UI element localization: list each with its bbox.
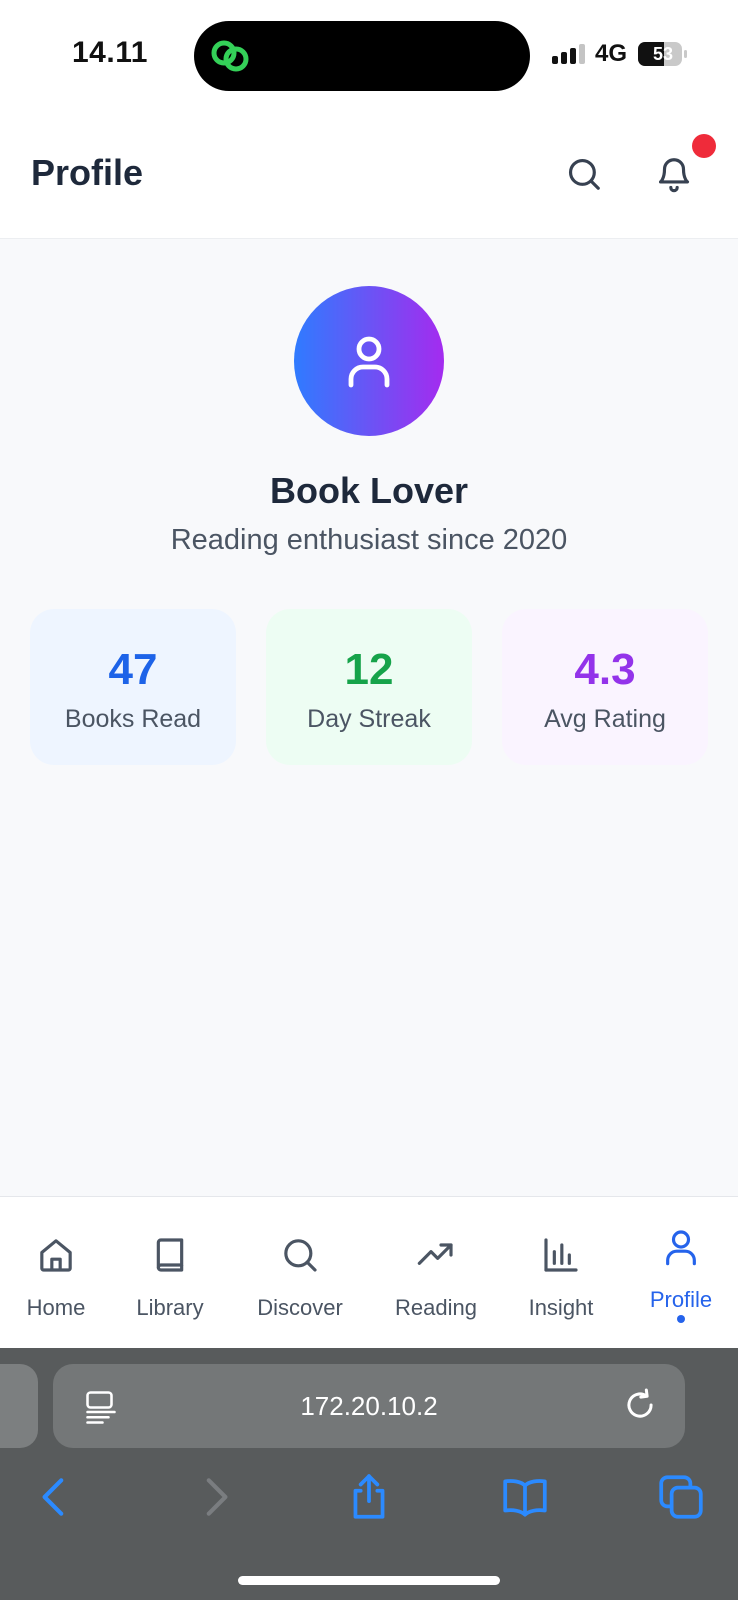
status-time: 14.11 (72, 36, 148, 69)
home-icon (40, 1239, 72, 1272)
forward-icon[interactable] (190, 1472, 240, 1522)
network-type: 4G (595, 40, 628, 67)
tab-label: Discover (257, 1295, 343, 1320)
browser-toolbar: 172.20.10.2 (0, 1348, 738, 1600)
tab-label: Home (26, 1295, 86, 1320)
tab-library[interactable]: Library (118, 1197, 222, 1349)
trending-up-icon (417, 1243, 453, 1265)
notifications-button[interactable] (650, 150, 698, 198)
bar-chart-icon (544, 1238, 578, 1272)
user-icon (348, 336, 390, 388)
tab-reading[interactable]: Reading (382, 1197, 490, 1349)
reload-icon[interactable] (621, 1386, 659, 1424)
user-icon (666, 1230, 696, 1266)
book-icon (156, 1238, 184, 1272)
stat-value: 12 (344, 645, 394, 694)
tab-profile[interactable]: Profile (632, 1197, 730, 1349)
url-text: 172.20.10.2 (300, 1391, 438, 1421)
stat-value: 4.3 (574, 645, 636, 694)
home-indicator (238, 1576, 500, 1585)
tab-label: Library (136, 1295, 204, 1320)
search-icon (284, 1239, 317, 1272)
profile-tagline: Reading enthusiast since 2020 (170, 524, 568, 556)
dynamic-island (194, 21, 530, 91)
active-tab-indicator (677, 1315, 685, 1323)
address-bar[interactable]: 172.20.10.2 (53, 1364, 685, 1448)
search-icon (568, 158, 600, 190)
stat-card-books-read: 47 Books Read (30, 609, 236, 765)
status-bar: 14.11 4G 53 (0, 0, 738, 110)
stat-value: 47 (108, 645, 158, 694)
tab-label: Insight (528, 1295, 594, 1320)
battery-icon: 53 (638, 42, 688, 66)
back-icon[interactable] (30, 1472, 80, 1522)
stat-label: Avg Rating (544, 705, 666, 733)
stat-card-day-streak: 12 Day Streak (266, 609, 472, 765)
previous-tab-preview[interactable] (0, 1364, 38, 1448)
notification-badge (692, 134, 716, 158)
tab-insight[interactable]: Insight (512, 1197, 610, 1349)
bell-icon (658, 158, 690, 193)
profile-name: Book Lover (269, 470, 469, 511)
tab-label: Reading (395, 1295, 477, 1320)
tabs-icon[interactable] (656, 1472, 706, 1522)
page-title: Profile (31, 152, 144, 193)
stat-label: Books Read (64, 705, 202, 733)
stat-label: Day Streak (307, 705, 431, 733)
avatar[interactable] (294, 286, 444, 436)
bottom-tab-bar: Home Library Discover Reading Insight Pr… (0, 1196, 738, 1349)
bookmarks-icon[interactable] (500, 1472, 550, 1522)
stat-card-avg-rating: 4.3 Avg Rating (502, 609, 708, 765)
signal-icon (552, 44, 585, 64)
search-button[interactable] (560, 150, 608, 198)
tab-label: Profile (649, 1287, 713, 1312)
battery-level: 53 (652, 44, 674, 64)
tab-home[interactable]: Home (8, 1197, 104, 1349)
share-icon[interactable] (344, 1472, 394, 1522)
link-app-icon (211, 40, 249, 72)
app-header: Profile (0, 110, 738, 239)
tab-discover[interactable]: Discover (243, 1197, 357, 1349)
